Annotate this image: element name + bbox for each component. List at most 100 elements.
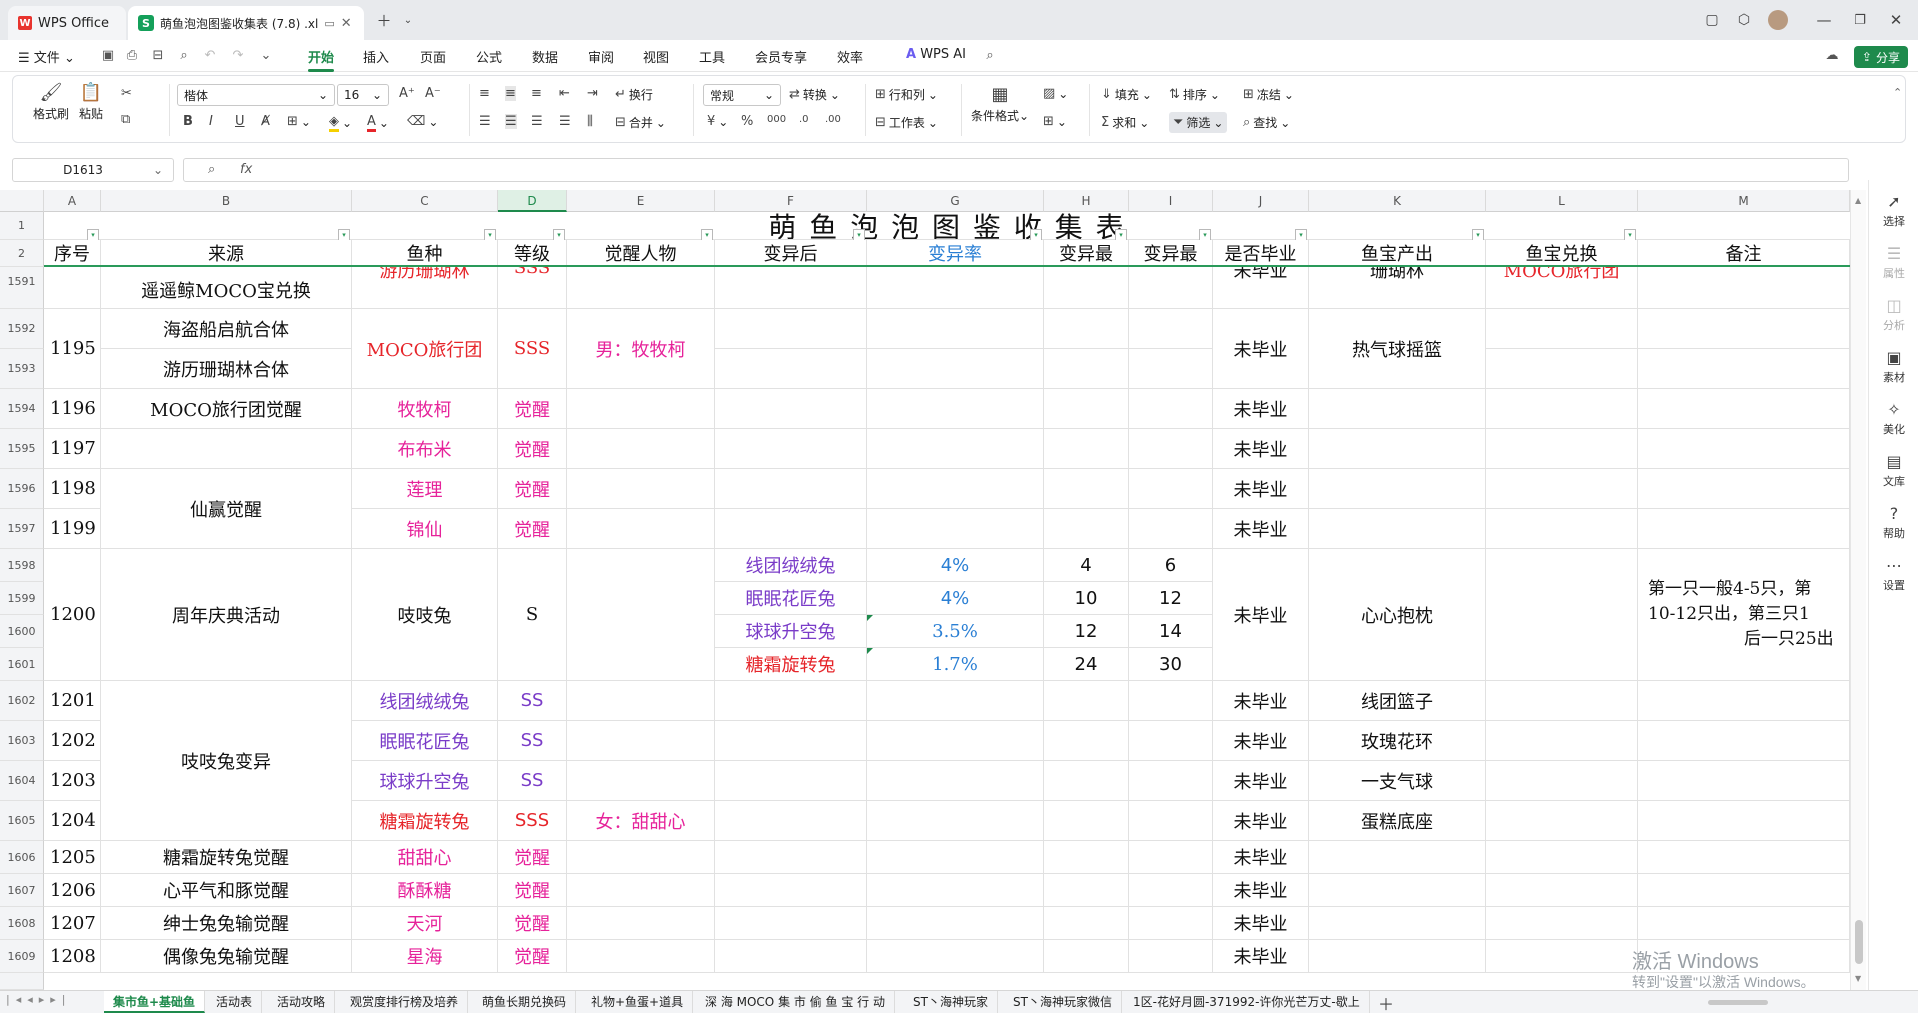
header-cell[interactable]: 鱼宝产出: [1309, 240, 1486, 267]
cell-f[interactable]: [715, 469, 867, 509]
cell-l[interactable]: [1486, 874, 1638, 907]
cell-i[interactable]: [1129, 309, 1213, 349]
cell-i[interactable]: 12: [1129, 582, 1213, 615]
header-cell[interactable]: 变异最: [1044, 240, 1129, 267]
cell-f[interactable]: [715, 940, 867, 973]
cell-f[interactable]: [715, 309, 867, 349]
col-header-c[interactable]: C: [352, 190, 498, 212]
cell-f[interactable]: [715, 509, 867, 549]
cell-d[interactable]: 觉醒: [498, 509, 567, 549]
cell-i[interactable]: 30: [1129, 648, 1213, 681]
cell-k[interactable]: [1309, 874, 1486, 907]
align-right-button[interactable]: ☰: [531, 114, 543, 129]
redo-icon[interactable]: ↷: [230, 48, 246, 64]
cell-b[interactable]: MOCO旅行团觉醒: [101, 389, 352, 429]
cell-f[interactable]: 球球升空兔: [715, 615, 867, 648]
font-shrink-button[interactable]: A⁻: [425, 86, 441, 101]
cell-b[interactable]: 吱吱兔变异: [101, 681, 352, 841]
convert-button[interactable]: ⇄ 转换 ⌄: [789, 86, 840, 103]
select-all-corner[interactable]: [0, 190, 44, 212]
cell-l[interactable]: [1486, 940, 1638, 973]
cell-m[interactable]: [1638, 389, 1850, 429]
row-col-button[interactable]: ⊞ 行和列 ⌄: [875, 86, 938, 103]
cell-a[interactable]: 1196: [44, 389, 101, 429]
new-tab-icon[interactable]: ＋: [372, 8, 396, 32]
cell-k[interactable]: 珊瑚林: [1309, 267, 1486, 309]
strike-button[interactable]: Ⱥ: [261, 114, 270, 129]
avatar[interactable]: [1766, 8, 1790, 32]
cell-k[interactable]: [1309, 841, 1486, 874]
cell-f[interactable]: [715, 801, 867, 841]
print-icon[interactable]: ⊟: [150, 48, 166, 64]
cell-e[interactable]: [567, 907, 715, 940]
cell-h[interactable]: [1044, 681, 1129, 721]
cell-c[interactable]: MOCO旅行团: [352, 309, 498, 389]
paste-button[interactable]: 📋 粘贴: [79, 82, 103, 122]
file-menu[interactable]: ☰ 文件 ⌄: [18, 47, 75, 66]
sidebar-beautify[interactable]: ✧ 美化: [1869, 400, 1918, 437]
sheet-tab[interactable]: 萌鱼长期兑换码: [473, 991, 577, 1013]
cell-m[interactable]: [1638, 721, 1850, 761]
undo-icon[interactable]: ↶: [202, 48, 218, 64]
row-header[interactable]: 1594: [0, 389, 44, 429]
cell-f[interactable]: [715, 681, 867, 721]
percent-button[interactable]: %: [741, 114, 753, 129]
sheet-tab[interactable]: 集市鱼+基础鱼: [104, 991, 206, 1013]
cell-b[interactable]: 游历珊瑚林合体: [101, 349, 352, 389]
col-header-h[interactable]: H: [1044, 190, 1129, 212]
clear-button[interactable]: ⌫ ⌄: [407, 114, 438, 129]
cell-a[interactable]: 1203: [44, 761, 101, 801]
cloud-upload-icon[interactable]: ☁: [1824, 48, 1840, 64]
cell-i[interactable]: [1129, 509, 1213, 549]
sidebar-help[interactable]: ? 帮助: [1869, 504, 1918, 541]
cell-c[interactable]: 酥酥糖: [352, 874, 498, 907]
cell-c[interactable]: 锦仙: [352, 509, 498, 549]
decimal-increase-button[interactable]: .0: [799, 114, 809, 125]
restore-icon[interactable]: ❐: [1848, 8, 1872, 32]
close-icon[interactable]: ✕: [341, 16, 352, 31]
cell-c[interactable]: 眠眠花匠兔: [352, 721, 498, 761]
row-header[interactable]: 1608: [0, 907, 44, 940]
align-center-button[interactable]: ☰: [505, 114, 517, 129]
row-header[interactable]: 1604: [0, 761, 44, 801]
add-sheet-icon[interactable]: ＋: [1378, 991, 1394, 1013]
cell-i[interactable]: [1129, 469, 1213, 509]
chevron-down-icon[interactable]: ⌄: [396, 8, 420, 32]
row-header[interactable]: 2: [0, 240, 44, 267]
cell-d[interactable]: SS: [498, 761, 567, 801]
cell-k[interactable]: [1309, 509, 1486, 549]
cell-h[interactable]: [1044, 940, 1129, 973]
col-header-a[interactable]: A: [44, 190, 101, 212]
cell-l[interactable]: [1486, 801, 1638, 841]
cell-h[interactable]: [1044, 267, 1129, 309]
fill-color-button[interactable]: ◈ ⌄: [329, 114, 352, 132]
cell-g[interactable]: 3.5%: [867, 615, 1044, 648]
cell-l[interactable]: [1486, 681, 1638, 721]
tab-spreadsheet[interactable]: S 萌鱼泡泡图鉴收集表 (7.8) .xl ▭ ✕: [128, 6, 364, 40]
cell-e[interactable]: [567, 389, 715, 429]
cell-a[interactable]: 1204: [44, 801, 101, 841]
cell-k[interactable]: 心心抱枕: [1309, 549, 1486, 681]
cell-c[interactable]: 天河: [352, 907, 498, 940]
sheet-tab[interactable]: 礼物+鱼蛋+道具: [582, 991, 694, 1013]
freeze-button[interactable]: ⊞ 冻结 ⌄: [1243, 86, 1294, 103]
cell-m[interactable]: [1638, 309, 1850, 349]
sheet-tab[interactable]: 1区-花好月圆-371992-许你光芒万丈-歇上: [1124, 991, 1370, 1013]
cell-i[interactable]: [1129, 841, 1213, 874]
cell-e[interactable]: [567, 681, 715, 721]
formula-input[interactable]: ⌕ fx: [183, 158, 1849, 182]
cell-h[interactable]: [1044, 349, 1129, 389]
cell-g[interactable]: [867, 907, 1044, 940]
cell-m[interactable]: [1638, 267, 1850, 309]
window-close-icon[interactable]: ✕: [1884, 8, 1908, 32]
cell-b[interactable]: 海盗船启航合体: [101, 309, 352, 349]
cell-m[interactable]: [1638, 349, 1850, 389]
cell-b[interactable]: 周年庆典活动: [101, 549, 352, 681]
cell-d[interactable]: 觉醒: [498, 841, 567, 874]
row-header[interactable]: 1597: [0, 509, 44, 549]
cell-h[interactable]: 12: [1044, 615, 1129, 648]
sort-button[interactable]: ⇅ 排序 ⌄: [1169, 86, 1220, 103]
header-cell[interactable]: 鱼种: [352, 240, 498, 267]
worksheet-button[interactable]: ⊟ 工作表 ⌄: [875, 114, 938, 131]
cell-a[interactable]: 1206: [44, 874, 101, 907]
